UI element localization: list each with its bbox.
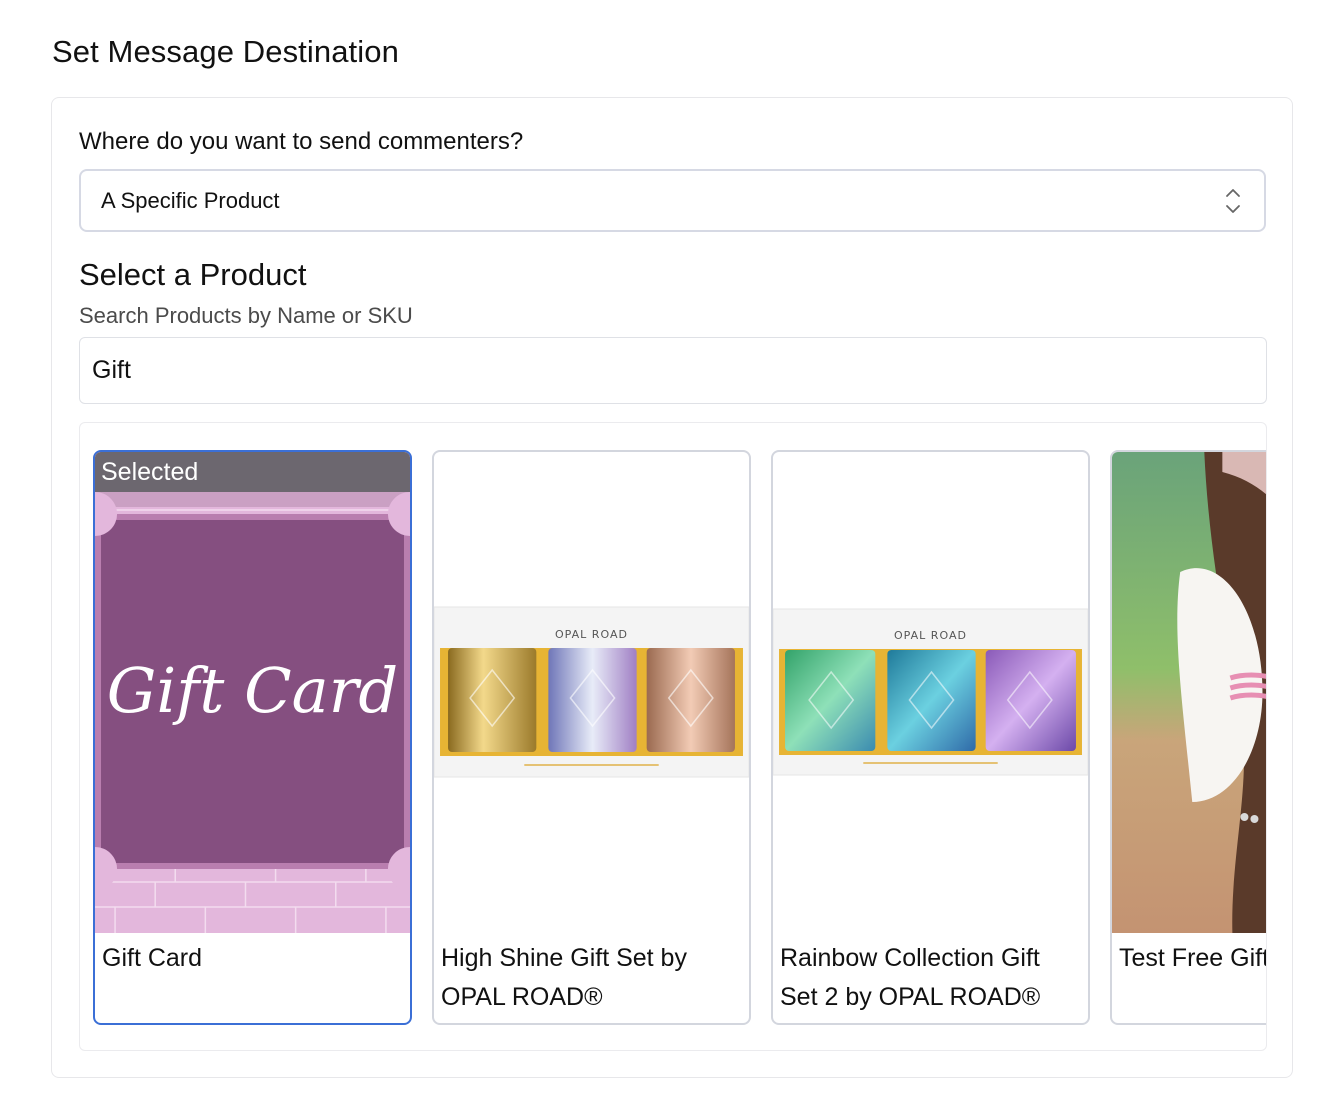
- selected-badge: Selected: [95, 452, 410, 492]
- search-label: Search Products by Name or SKU: [79, 303, 413, 328]
- product-card-gift-card[interactable]: Gift Card Selected Gift Card: [93, 450, 412, 1025]
- product-card-test-free-gift[interactable]: Test Free Gift: [1110, 450, 1267, 1025]
- product-title: High Shine Gift Set by OPAL ROAD®: [441, 944, 687, 1011]
- svg-text:OPAL ROAD: OPAL ROAD: [894, 629, 967, 642]
- destination-select-value: A Specific Product: [101, 187, 280, 213]
- destination-select[interactable]: A Specific Product: [79, 169, 1266, 232]
- product-results: Gift Card Selected Gift Card OPAL ROAD H…: [79, 422, 1267, 1051]
- chevron-up-down-icon: [1226, 189, 1240, 213]
- page-title: Set Message Destination: [52, 34, 399, 69]
- destination-panel: Where do you want to send commenters? A …: [51, 97, 1293, 1078]
- svg-text:Gift Card: Gift Card: [107, 654, 398, 727]
- product-title: Test Free Gift: [1119, 944, 1267, 972]
- product-image-rainbow-collection: OPAL ROAD: [773, 452, 1088, 933]
- product-card-high-shine[interactable]: OPAL ROAD High Shine Gift Set by OPAL RO…: [432, 450, 751, 1025]
- product-search-input[interactable]: [79, 337, 1267, 404]
- product-title: Rainbow Collection Gift Set 2 by OPAL RO…: [780, 944, 1041, 1011]
- product-image-gift-card: Gift Card: [95, 452, 410, 933]
- product-image-test-free-gift: [1112, 452, 1266, 933]
- product-title: Gift Card: [102, 944, 203, 972]
- select-product-title: Select a Product: [79, 257, 307, 292]
- product-card-rainbow-collection[interactable]: OPAL ROAD Rainbow Collection Gift Set 2 …: [771, 450, 1090, 1025]
- product-image-high-shine: OPAL ROAD: [434, 452, 749, 933]
- svg-text:OPAL ROAD: OPAL ROAD: [555, 628, 628, 641]
- destination-question: Where do you want to send commenters?: [79, 128, 524, 155]
